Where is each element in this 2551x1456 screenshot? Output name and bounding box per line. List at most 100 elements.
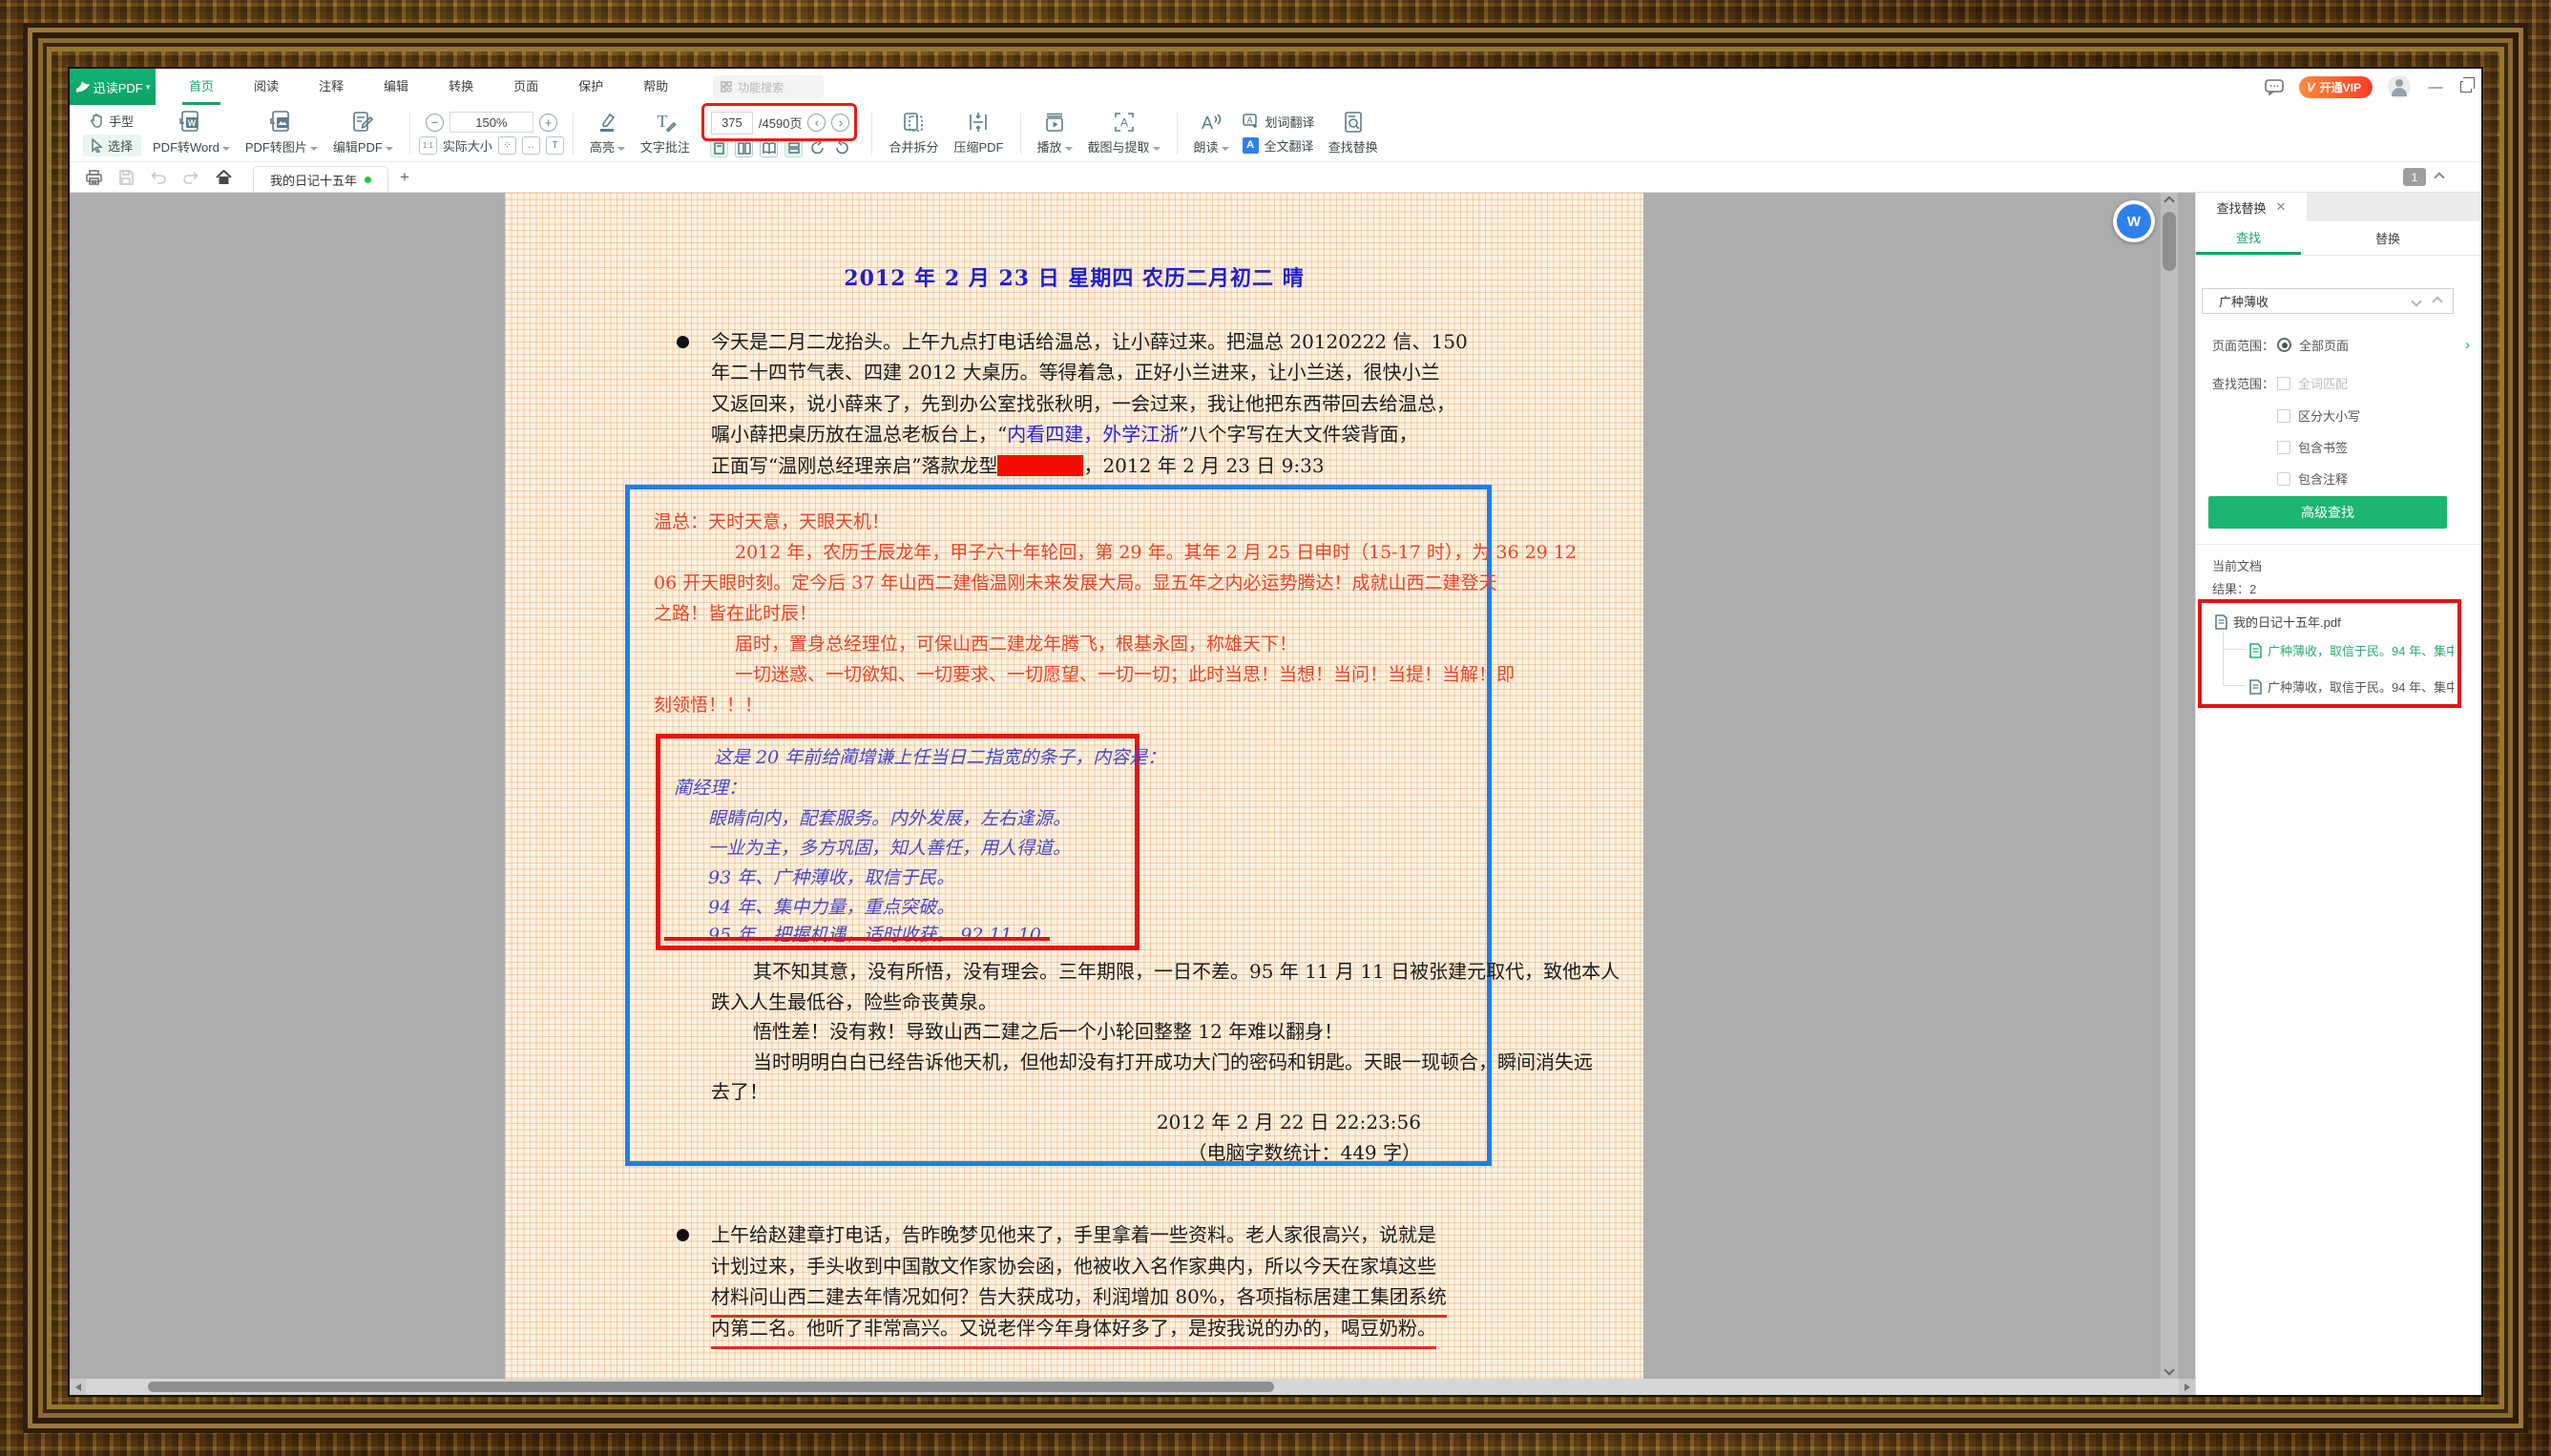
read-aloud-button[interactable]: A 朗读 (1186, 109, 1237, 157)
pdf-to-word-button[interactable]: W PDF转Word (145, 109, 238, 157)
pdf-to-image-button[interactable]: PDF转图片 (238, 109, 325, 157)
find-input-box[interactable] (2202, 288, 2454, 314)
minimize-button[interactable]: — (2426, 79, 2445, 95)
fit-width-button[interactable]: ‥ (522, 136, 540, 155)
text-annotation-button[interactable]: T 文字批注 (633, 109, 698, 157)
toolbar: 手型 选择 W PDF转Word PDF转图片 编辑PDF − + (70, 105, 2481, 162)
menu-tab-page[interactable]: 页面 (493, 69, 558, 105)
compress-pdf-button[interactable]: 压缩PDF (946, 109, 1011, 157)
include-bookmarks-checkbox[interactable] (2277, 441, 2290, 454)
expand-range-icon[interactable]: › (2465, 337, 2470, 353)
book-view-button[interactable] (760, 139, 778, 157)
note-line: 95 年、把握机遇，适时收获。 92.11.10. (708, 924, 1047, 946)
hand-tool-button[interactable]: 手型 (83, 110, 141, 132)
merge-split-button[interactable]: 合并拆分 (881, 109, 946, 157)
unsaved-dot-icon (365, 177, 371, 183)
result-file-row[interactable]: 我的日记十五年.pdf (2215, 613, 2452, 631)
whole-word-checkbox[interactable] (2277, 377, 2290, 390)
vertical-scrollbar-thumb[interactable] (2163, 212, 2176, 271)
actual-size-label[interactable]: 实际大小 (443, 136, 492, 155)
collapse-toolbar-icon[interactable] (2434, 172, 2444, 182)
panel-title-tab[interactable]: 查找替换 ✕ (2196, 193, 2307, 221)
scroll-down-button[interactable] (2161, 1362, 2178, 1379)
print-button[interactable] (81, 167, 106, 188)
new-tab-button[interactable]: + (400, 168, 409, 187)
undo-button[interactable] (146, 167, 171, 188)
home-button[interactable] (211, 167, 236, 188)
horizontal-scrollbar[interactable] (70, 1379, 2195, 1395)
capture-extract-button[interactable]: A 截图与提取 (1080, 109, 1168, 157)
highlight-button[interactable]: 高亮 (582, 109, 633, 157)
diary-line-underlined: 内第二名。他听了非常高兴。又说老伴今年身体好多了，是按我说的办的，喝豆奶粉。 (711, 1313, 1436, 1349)
user-avatar[interactable] (2388, 75, 2411, 98)
scroll-left-button[interactable] (70, 1379, 86, 1395)
menu-tab-protect[interactable]: 保护 (558, 69, 623, 105)
full-translate-button[interactable]: A 全文翻译 (1243, 136, 1315, 155)
current-page-input[interactable] (711, 112, 753, 135)
menu-tab-edit[interactable]: 编辑 (364, 69, 429, 105)
horizontal-scrollbar-thumb[interactable] (148, 1382, 1274, 1392)
scroll-up-button[interactable] (2161, 193, 2178, 210)
menu-tab-annotate[interactable]: 注释 (299, 69, 364, 105)
document-tab[interactable]: 我的日记十五年 (253, 166, 388, 192)
menu-tab-convert[interactable]: 转换 (429, 69, 493, 105)
svg-text:A: A (1246, 115, 1252, 125)
play-button[interactable]: 播放 (1030, 109, 1080, 157)
document-viewport[interactable]: 2012 年 2 月 23 日 星期四 农历二月初二 晴 今天是二月二龙抬头。上… (70, 193, 2195, 1395)
find-next-icon[interactable] (2432, 296, 2442, 306)
find-replace-button[interactable]: 查找替换 (1321, 109, 1386, 157)
tab-find[interactable]: 查找 (2196, 221, 2301, 255)
app-logo-menu[interactable]: 迅读PDF ▾ (70, 69, 156, 105)
find-previous-icon[interactable] (2411, 296, 2421, 306)
scroll-right-button[interactable] (2179, 1379, 2195, 1395)
advanced-find-button[interactable]: 高级查找 (2208, 496, 2447, 529)
word-count: （电脑字数统计：449 字） (1187, 1137, 1421, 1165)
floating-word-convert-button[interactable]: W (2113, 200, 2155, 242)
rotate-counterclockwise-icon[interactable] (833, 139, 850, 156)
previous-page-button[interactable]: ‹ (807, 114, 826, 132)
include-comments-checkbox[interactable] (2277, 472, 2290, 486)
document-icon (2249, 679, 2262, 695)
menu-tab-home[interactable]: 首页 (169, 69, 234, 105)
edit-pdf-button[interactable]: 编辑PDF (325, 109, 401, 157)
edit-pdf-label: 编辑PDF (333, 140, 383, 155)
panel-close-icon[interactable]: ✕ (2276, 199, 2287, 215)
save-button[interactable] (114, 167, 138, 188)
vertical-scrollbar[interactable] (2161, 193, 2178, 1379)
next-page-button[interactable]: › (831, 114, 849, 132)
fit-text-button[interactable]: T (546, 136, 564, 155)
match-case-checkbox[interactable] (2277, 409, 2290, 423)
single-page-view-button[interactable] (710, 139, 728, 157)
text-annotation-icon: T (654, 111, 677, 134)
zoom-in-button[interactable]: + (539, 114, 557, 132)
word-translate-button[interactable]: A 划词翻译 (1243, 113, 1315, 131)
zoom-level-input[interactable] (450, 112, 533, 133)
hand-tool-label: 手型 (109, 112, 134, 130)
feedback-bubble-icon[interactable] (2265, 79, 2284, 95)
menu-tabs: 首页 阅读 注释 编辑 转换 页面 保护 帮助 (169, 69, 688, 105)
document-icon (2215, 614, 2227, 630)
search-result-item[interactable]: 广种薄收，取信于民。94 年、集中力: (2249, 641, 2454, 659)
continuous-view-button[interactable] (784, 139, 803, 157)
maximize-button[interactable] (2460, 81, 2472, 93)
all-pages-radio[interactable] (2277, 338, 2291, 352)
tab-replace[interactable]: 替换 (2335, 221, 2440, 255)
open-vip-button[interactable]: V 开通VIP (2299, 76, 2373, 98)
function-search-box[interactable]: 功能搜索 (713, 75, 824, 98)
fit-page-button[interactable]: ⁘ (498, 136, 516, 155)
search-result-item[interactable]: 广种薄收，取信于民。94 年、集中力: (2249, 677, 2454, 696)
panel-divider (2196, 544, 2481, 545)
zoom-out-button[interactable]: − (426, 114, 444, 132)
menu-tab-help[interactable]: 帮助 (623, 69, 688, 105)
select-tool-button[interactable]: 选择 (83, 135, 141, 156)
redo-button[interactable] (178, 167, 203, 188)
menu-tab-read[interactable]: 阅读 (234, 69, 299, 105)
pdf-to-image-label: PDF转图片 (245, 140, 307, 155)
rotate-clockwise-icon[interactable] (809, 139, 826, 156)
actual-size-icon[interactable]: 1:1 (419, 136, 437, 155)
word-translate-icon: A (1243, 114, 1260, 129)
find-input[interactable] (2203, 294, 2413, 308)
red-text-line: 一切迷惑、一切欲知、一切要求、一切愿望、一切一切；此时当思！当想！当问！当提！当… (735, 663, 1515, 686)
two-page-view-button[interactable] (735, 139, 753, 157)
find-range-label: 查找范围： (2212, 374, 2277, 392)
